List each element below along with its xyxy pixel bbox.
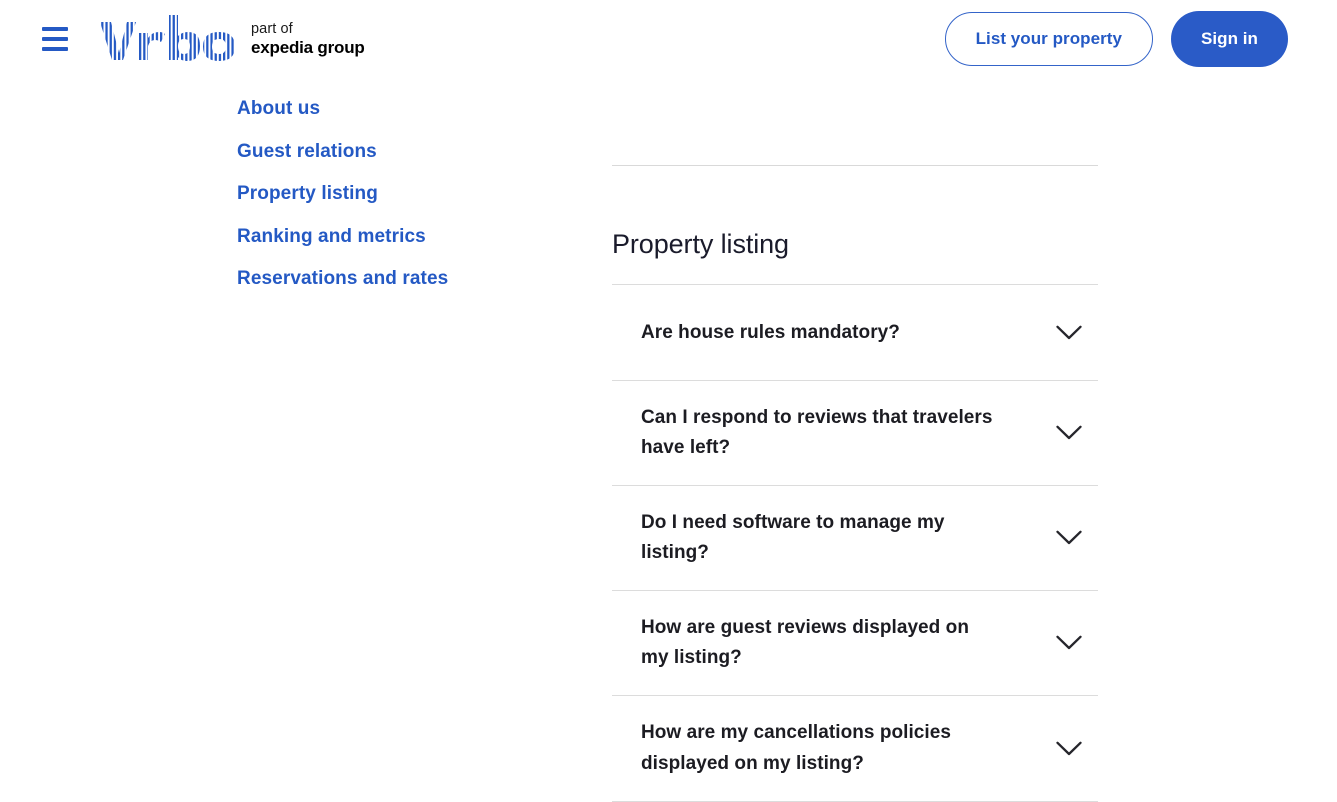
- chevron-down-icon[interactable]: [1054, 734, 1084, 764]
- faq-section: Property listing Are house rules mandato…: [612, 77, 1098, 802]
- faq-item[interactable]: Do I need software to manage my listing?: [612, 486, 1098, 591]
- faq-question: How are my cancellations policies displa…: [641, 718, 996, 778]
- hamburger-bar: [42, 27, 68, 31]
- brand-lockup[interactable]: part of expedia group: [97, 13, 365, 65]
- side-navigation: About us Guest relations Property listin…: [237, 98, 567, 290]
- part-of-label: part of: [251, 22, 365, 38]
- expedia-group-lockup: part of expedia group: [251, 19, 365, 57]
- chevron-down-icon[interactable]: [1054, 318, 1084, 348]
- chevron-down-icon[interactable]: [1054, 628, 1084, 658]
- faq-question: Do I need software to manage my listing?: [641, 508, 996, 568]
- expedia-group-label: expedia group: [251, 39, 365, 57]
- faq-item[interactable]: Are house rules mandatory?: [612, 285, 1098, 381]
- sidebar-item-reservations-and-rates[interactable]: Reservations and rates: [237, 268, 448, 290]
- sidebar-item-ranking-and-metrics[interactable]: Ranking and metrics: [237, 226, 426, 248]
- faq-question: Are house rules mandatory?: [641, 318, 900, 348]
- sidebar-item-property-listing[interactable]: Property listing: [237, 183, 378, 205]
- page-title: Property listing: [612, 166, 1098, 284]
- faq-item[interactable]: Can I respond to reviews that travelers …: [612, 381, 1098, 486]
- hamburger-bar: [42, 37, 68, 41]
- vrbo-logo-icon: [97, 13, 239, 65]
- sidebar-item-guest-relations[interactable]: Guest relations: [237, 141, 377, 163]
- header-actions: List your property Sign in: [945, 11, 1288, 67]
- faq-item[interactable]: How are my cancellations policies displa…: [612, 696, 1098, 801]
- chevron-down-icon[interactable]: [1054, 418, 1084, 448]
- list-your-property-button[interactable]: List your property: [945, 12, 1153, 66]
- chevron-down-icon[interactable]: [1054, 523, 1084, 553]
- site-header: part of expedia group List your property…: [0, 0, 1337, 77]
- sign-in-button[interactable]: Sign in: [1171, 11, 1288, 67]
- page-body: About us Guest relations Property listin…: [0, 77, 1337, 773]
- faq-accordion: Are house rules mandatory? Can I respond…: [612, 284, 1098, 801]
- faq-question: How are guest reviews displayed on my li…: [641, 613, 996, 673]
- hamburger-menu-icon[interactable]: [38, 22, 72, 56]
- sidebar-item-about-us[interactable]: About us: [237, 98, 320, 120]
- faq-question: Can I respond to reviews that travelers …: [641, 403, 996, 463]
- faq-item[interactable]: How are guest reviews displayed on my li…: [612, 591, 1098, 696]
- hamburger-bar: [42, 47, 68, 51]
